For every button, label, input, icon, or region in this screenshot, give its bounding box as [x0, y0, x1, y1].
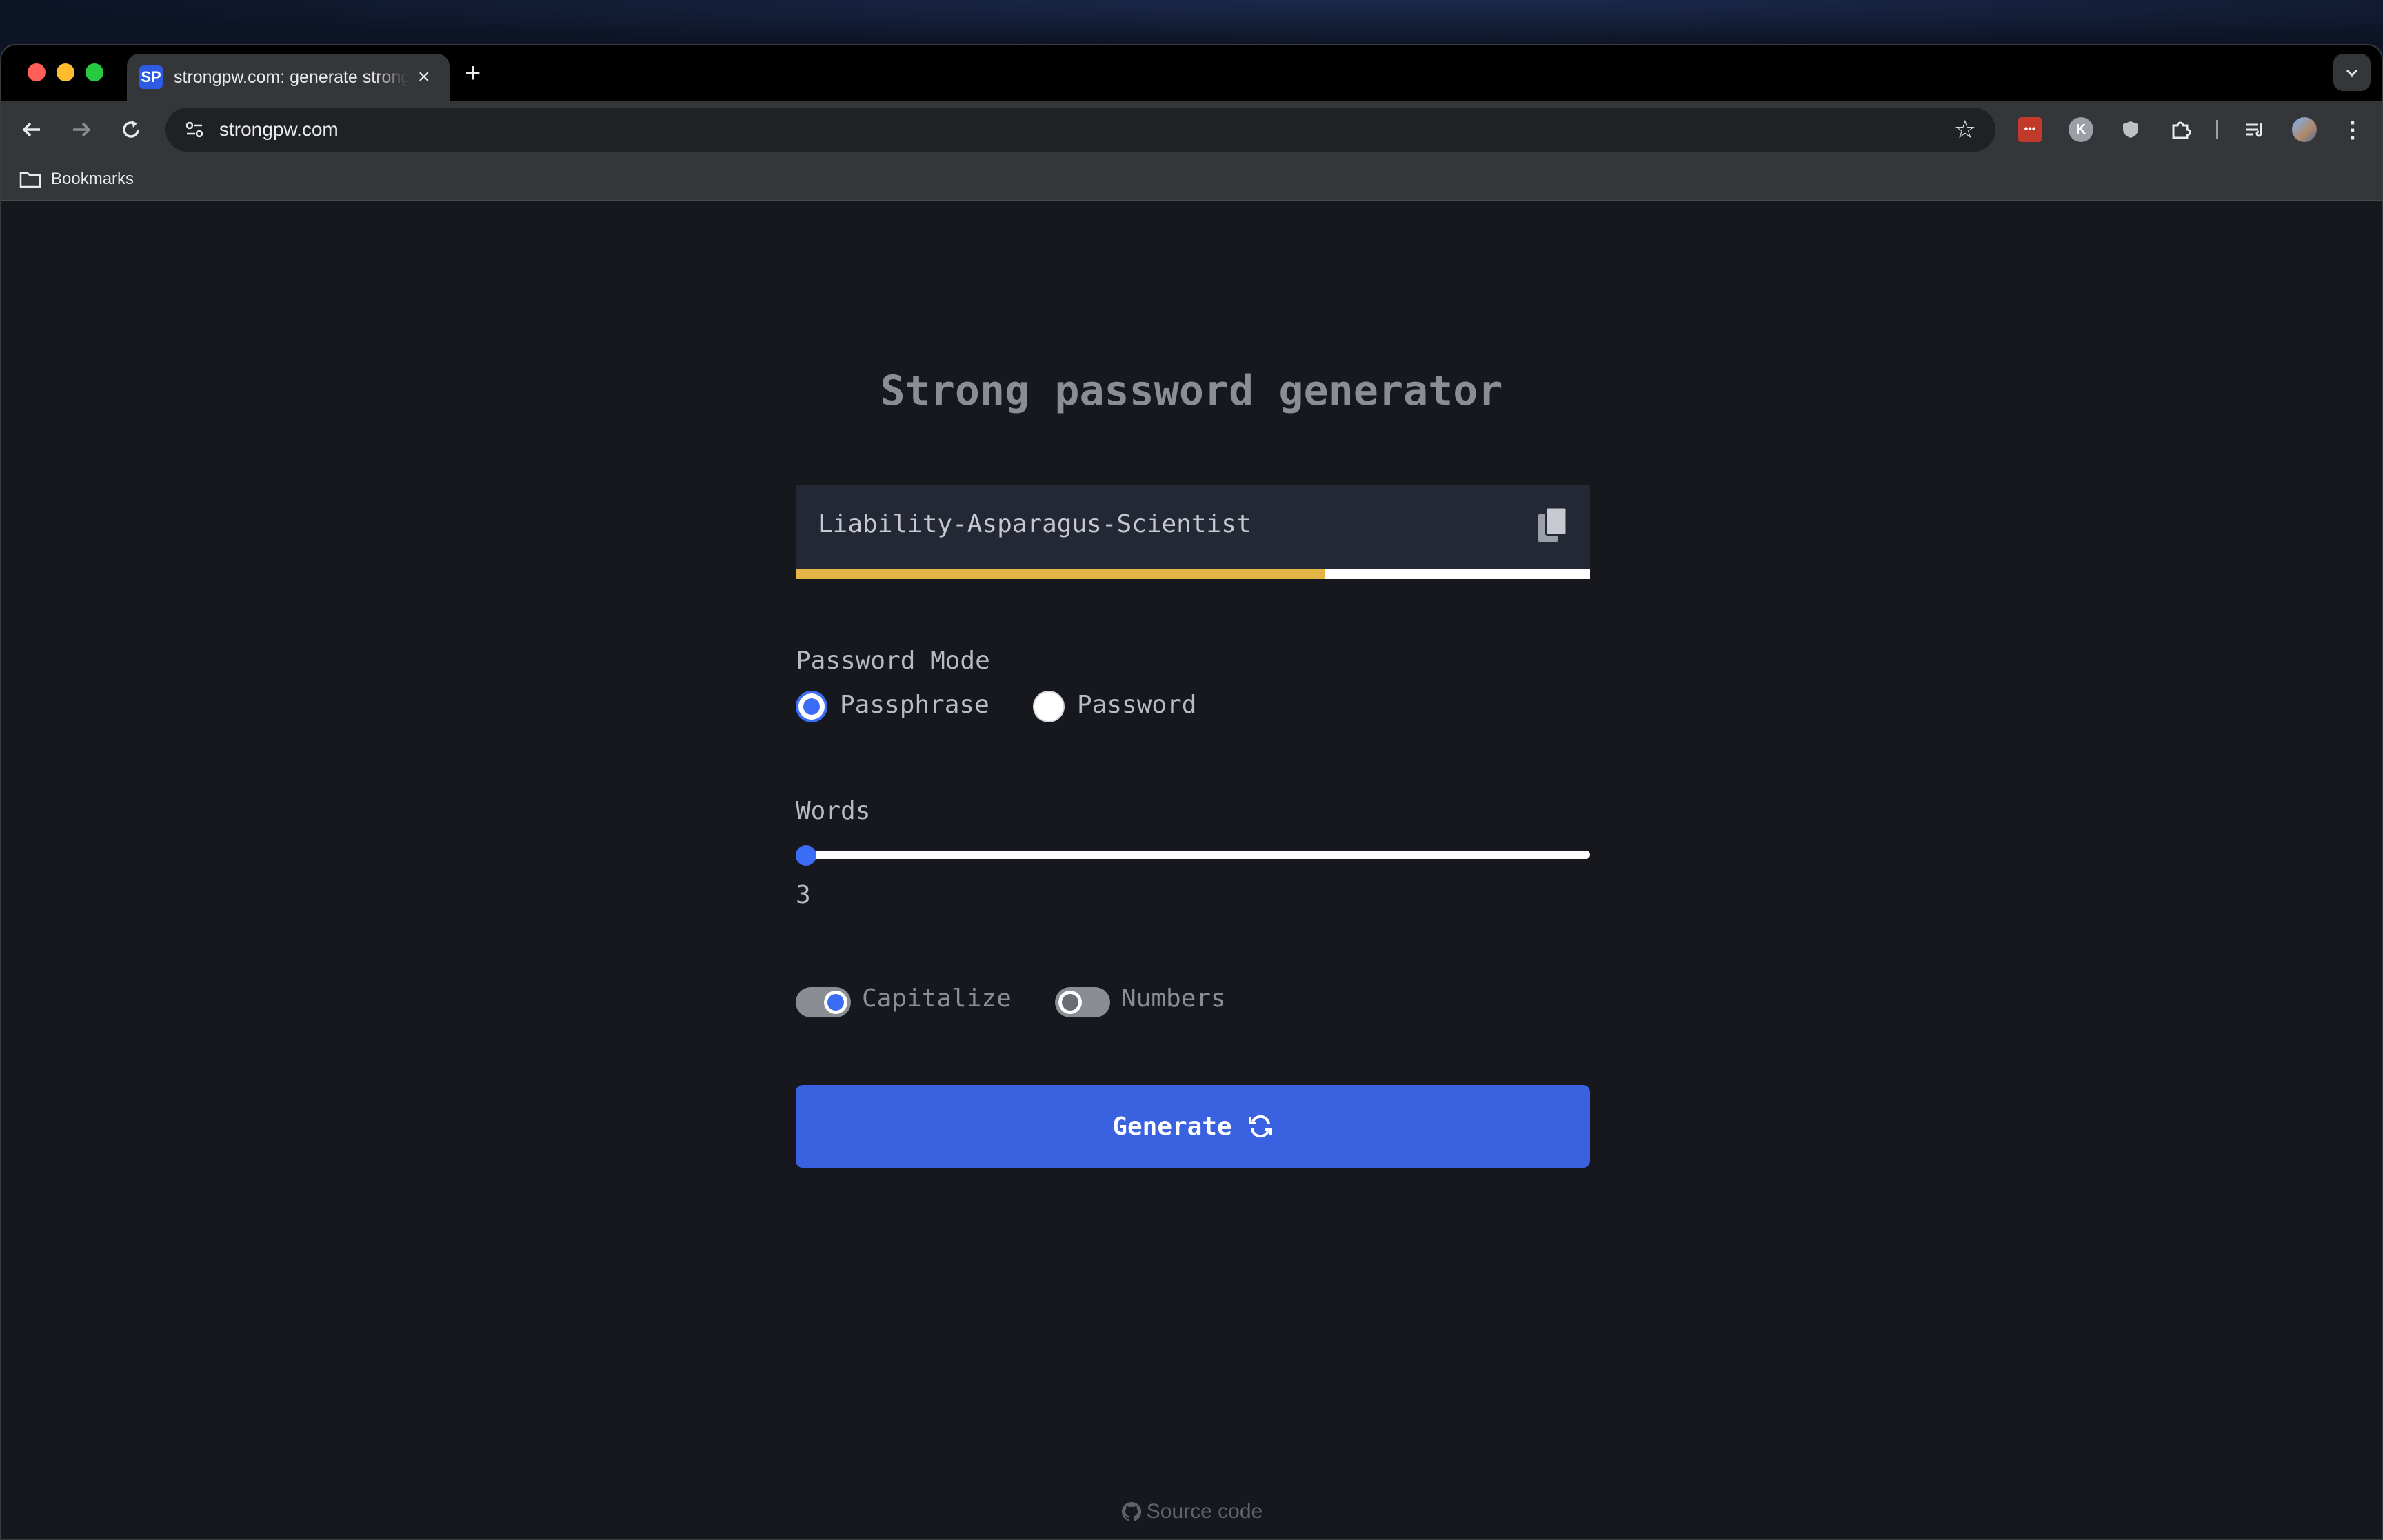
- numbers-label[interactable]: Numbers: [1121, 984, 1226, 1013]
- close-window-button[interactable]: [28, 63, 46, 81]
- reload-icon: [123, 121, 139, 138]
- words-slider-track[interactable]: [796, 851, 1590, 859]
- k-extension-icon[interactable]: K: [2069, 117, 2093, 142]
- url-text[interactable]: strongpw.com: [219, 119, 339, 141]
- password-manager-extension-icon[interactable]: •••: [2018, 117, 2042, 142]
- password-radio[interactable]: [1033, 691, 1065, 722]
- words-value: 3: [796, 881, 811, 909]
- arrow-right-icon: [73, 122, 91, 137]
- kebab-menu-icon[interactable]: ⋮: [2340, 117, 2365, 142]
- words-label: Words: [796, 797, 871, 825]
- bookmarks-folder[interactable]: Bookmarks: [51, 170, 134, 189]
- github-icon: [1121, 1501, 1141, 1521]
- generate-button[interactable]: Generate: [796, 1085, 1590, 1168]
- arrow-left-icon: [22, 122, 40, 137]
- new-tab-button[interactable]: +: [465, 59, 481, 87]
- passphrase-radio[interactable]: [796, 691, 827, 722]
- tab-strip: SP strongpw.com: generate strong passwor…: [1, 45, 2382, 101]
- close-tab-icon[interactable]: ×: [418, 67, 430, 88]
- toggle-knob: [824, 991, 847, 1014]
- words-slider-thumb[interactable]: [796, 845, 816, 866]
- profile-avatar[interactable]: [2292, 117, 2317, 142]
- site-info-icon[interactable]: [181, 116, 208, 143]
- password-mode-label: Password Mode: [796, 647, 990, 675]
- reading-list-icon[interactable]: [2242, 117, 2267, 142]
- strength-meter: [796, 569, 1590, 579]
- generated-password[interactable]: Liability-Asparagus-Scientist: [818, 510, 1251, 538]
- capitalize-label[interactable]: Capitalize: [862, 984, 1012, 1013]
- chevron-down-icon: [2346, 69, 2358, 77]
- toggle-knob: [1058, 991, 1082, 1014]
- page-title: Strong password generator: [880, 367, 1503, 415]
- forward-button[interactable]: [65, 113, 98, 146]
- browser-window: SP strongpw.com: generate strong passwor…: [0, 44, 2383, 1540]
- capitalize-toggle[interactable]: [796, 987, 851, 1017]
- site-favicon-icon: SP: [139, 65, 163, 89]
- toolbar-divider: [2216, 120, 2218, 139]
- password-label[interactable]: Password: [1077, 691, 1196, 719]
- strength-meter-fill: [796, 569, 1326, 579]
- password-output: Liability-Asparagus-Scientist: [796, 485, 1590, 579]
- tab-title: strongpw.com: generate strong passwords: [174, 67, 408, 87]
- back-button[interactable]: [15, 113, 48, 146]
- address-bar[interactable]: strongpw.com ☆: [165, 108, 1995, 152]
- maximize-window-button[interactable]: [86, 63, 103, 81]
- copy-icon[interactable]: [1535, 505, 1571, 546]
- minimize-window-button[interactable]: [57, 63, 74, 81]
- passphrase-label[interactable]: Passphrase: [840, 691, 989, 719]
- refresh-icon: [1248, 1115, 1272, 1138]
- extensions-puzzle-icon[interactable]: [2168, 117, 2193, 142]
- numbers-toggle[interactable]: [1055, 987, 1110, 1017]
- browser-toolbar: strongpw.com ☆ ••• K ⋮: [1, 101, 2382, 159]
- shield-extension-icon[interactable]: [2118, 117, 2143, 142]
- reload-button[interactable]: [114, 113, 148, 146]
- page-content: Strong password generator Liability-Aspa…: [1, 201, 2382, 1539]
- source-code-link[interactable]: Source code: [1, 1500, 2382, 1523]
- tab-active[interactable]: SP strongpw.com: generate strong passwor…: [127, 54, 450, 101]
- bookmarks-bar: Bookmarks: [1, 159, 2382, 201]
- generate-button-label: Generate: [1112, 1112, 1232, 1141]
- source-code-label[interactable]: Source code: [1147, 1500, 1263, 1523]
- desktop-background: [0, 0, 2383, 45]
- tab-search-button[interactable]: [2333, 54, 2371, 91]
- bookmark-star-icon[interactable]: ☆: [1954, 116, 1976, 143]
- folder-icon: [19, 170, 41, 188]
